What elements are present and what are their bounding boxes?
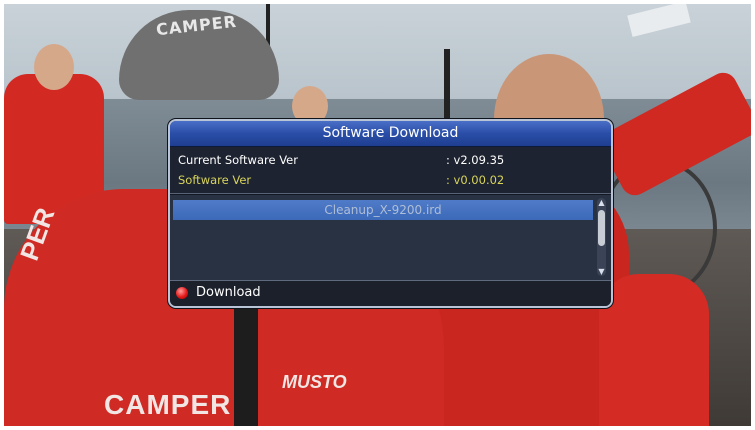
dialog-title: Software Download <box>170 121 611 147</box>
mast <box>444 49 450 129</box>
dialog-footer: Download <box>170 280 611 306</box>
software-version-value: : v0.00.02 <box>446 173 505 187</box>
file-list-item-selected[interactable]: Cleanup_X-9200.ird <box>173 200 593 220</box>
file-list-scrollbar[interactable]: ▲ ▼ <box>597 198 606 276</box>
crew-head <box>34 44 74 90</box>
strap <box>234 304 258 426</box>
version-info-panel: Current Software Ver : v2.09.35 Software … <box>170 147 611 194</box>
sail <box>627 4 691 37</box>
scroll-thumb[interactable] <box>598 210 605 246</box>
current-version-value: : v2.09.35 <box>446 153 505 167</box>
current-version-label: Current Software Ver <box>178 153 298 167</box>
software-download-dialog: Software Download Current Software Ver : … <box>168 119 613 308</box>
current-version-row: Current Software Ver : v2.09.35 <box>178 153 504 167</box>
musto-logo-text: MUSTO <box>282 372 347 392</box>
download-action-label[interactable]: Download <box>196 285 261 300</box>
file-list[interactable]: Cleanup_X-9200.ird ▲ ▼ <box>170 194 611 280</box>
video-frame: CAMPER CAMPER MUSTO PER Software Downloa… <box>4 4 751 426</box>
crew-jacket <box>599 274 709 426</box>
software-version-label: Software Ver <box>178 173 252 187</box>
scroll-down-icon[interactable]: ▼ <box>597 267 606 276</box>
red-button-icon[interactable] <box>176 287 188 299</box>
jacket-logo-text: CAMPER <box>104 389 232 420</box>
scroll-up-icon[interactable]: ▲ <box>597 198 606 207</box>
software-version-row: Software Ver : v0.00.02 <box>178 173 504 187</box>
